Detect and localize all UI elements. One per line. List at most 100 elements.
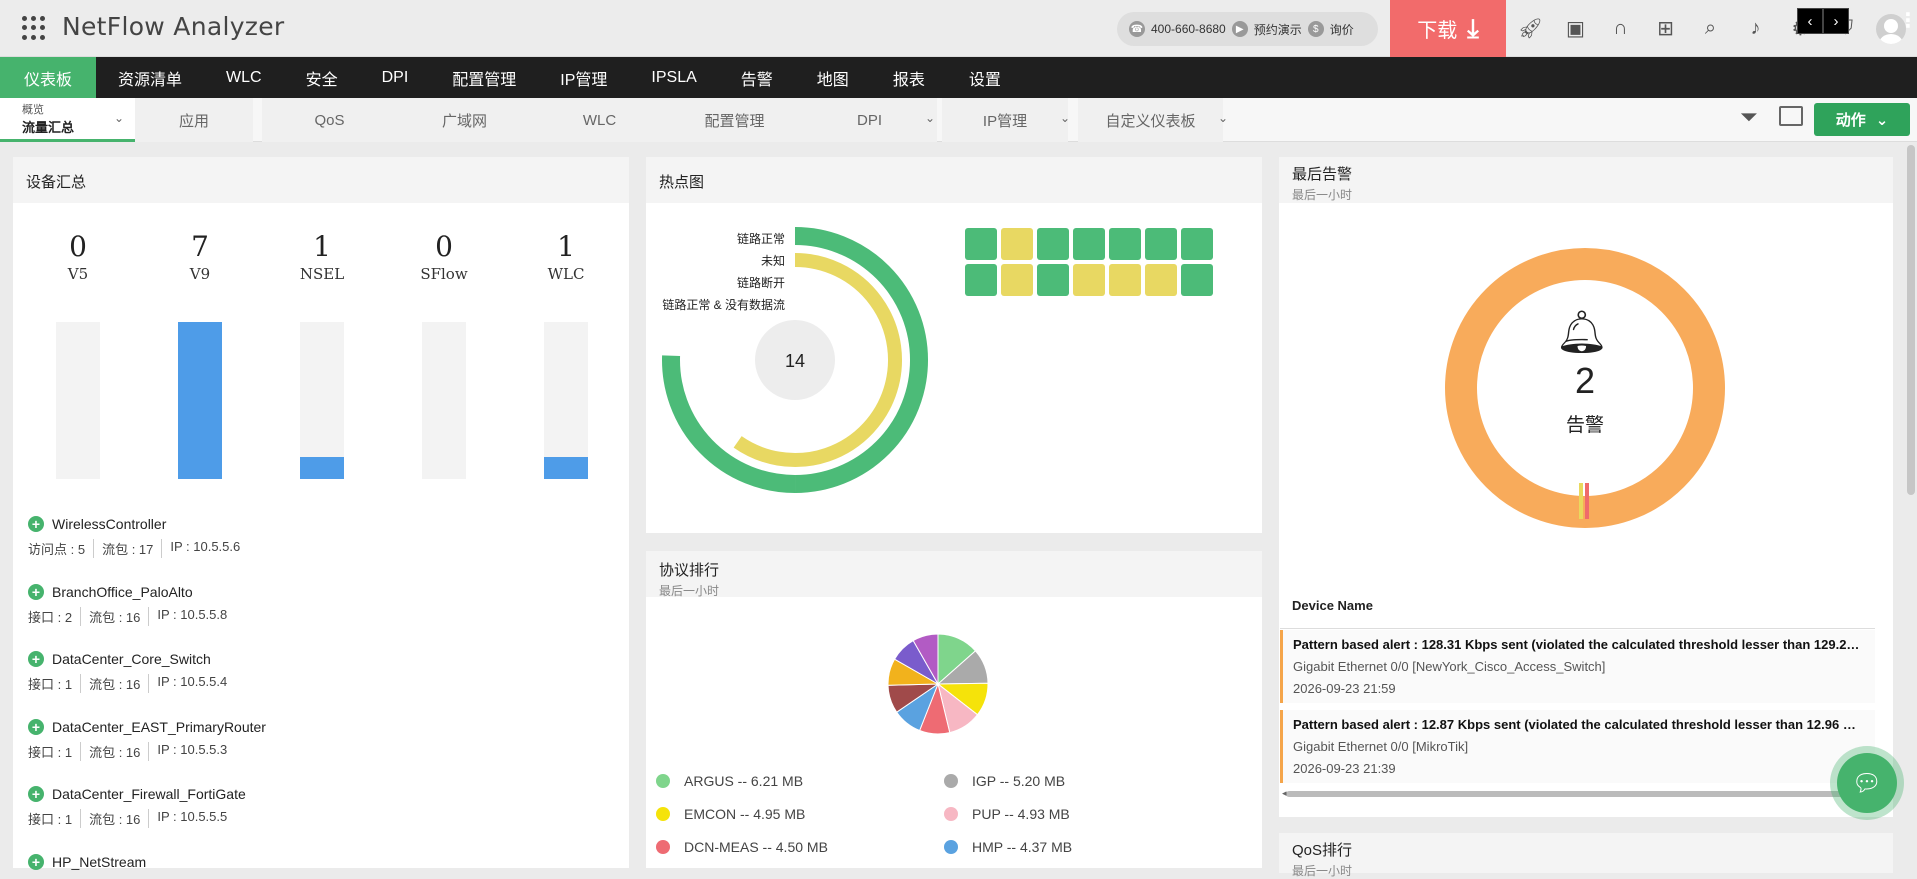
alert-title[interactable]: Pattern based alert : 12.87 Kbps sent (v… [1293,717,1865,732]
tab-app[interactable]: 应用 [135,98,253,142]
tv-mode-icon[interactable] [1779,106,1803,126]
nav-ipam[interactable]: IP管理 [538,57,629,98]
download-button[interactable]: 下载 ⤓ [1390,0,1506,57]
alerts-count: 2 [1574,360,1596,401]
search-icon[interactable]: ⌕ [1688,0,1733,57]
bell-icon[interactable]: ♪ [1733,0,1778,57]
chevron-down-icon[interactable]: ⌄ [114,111,124,125]
phone-number[interactable]: 400-660-8680 [1151,22,1226,36]
heatmap-cell[interactable] [1037,264,1069,296]
chevron-down-icon[interactable]: ⌄ [1218,111,1228,125]
nav-dashboard[interactable]: 仪表板 [0,57,97,98]
heatmap-cell[interactable] [1001,264,1033,296]
horizontal-scrollbar[interactable] [1286,791,1846,797]
heatmap-cell[interactable] [1145,264,1177,296]
tab-dpi[interactable]: DPI [802,98,937,142]
heatmap-cell[interactable] [1181,264,1213,296]
heatmap-cell[interactable] [1073,228,1105,260]
device-type-sflow[interactable]: 0 SFlow [394,230,494,283]
video-icon[interactable]: ▣ [1553,0,1598,57]
device-ip: IP : 10.5.5.6 [170,539,241,554]
expand-plus-icon[interactable]: + [28,583,44,600]
device-type-v9[interactable]: 7 V9 [150,230,250,283]
tab-ipam[interactable]: IP管理 [942,98,1068,142]
heatmap-cell[interactable] [1037,228,1069,260]
device-bar[interactable] [300,322,344,479]
nav-ipsla[interactable]: IPSLA [629,57,718,98]
nav-alarms[interactable]: 告警 [719,57,795,98]
heatmap-cell[interactable] [965,228,997,260]
heatmap-cell[interactable] [1181,228,1213,260]
nav-security[interactable]: 安全 [284,57,360,98]
rocket-icon[interactable]: 🚀︎ [1508,0,1553,57]
heatmap-cell[interactable] [965,264,997,296]
heatmap-cell[interactable] [1145,228,1177,260]
chevron-down-icon[interactable]: ⌄ [925,111,935,125]
device-bar[interactable] [178,322,222,479]
device-name-link[interactable]: DataCenter_Core_Switch [52,651,211,667]
device-name-link[interactable]: BranchOffice_PaloAlto [52,584,193,600]
vertical-scrollbar[interactable] [1907,145,1915,495]
pie-legend-label: PUP -- 4.93 MB [972,806,1070,822]
heatmap-cell[interactable] [1073,264,1105,296]
expand-plus-icon[interactable]: + [28,651,44,667]
nav-config[interactable]: 配置管理 [430,57,538,98]
nav-dpi[interactable]: DPI [360,57,431,98]
alert-item[interactable]: Pattern based alert : 12.87 Kbps sent (v… [1280,710,1875,783]
nav-wlc[interactable]: WLC [204,57,284,98]
pie-legend-item[interactable]: HMP -- 4.37 MB [944,839,1072,855]
heatmap-cell[interactable] [1109,264,1141,296]
device-name-header[interactable]: Device Name [1292,598,1373,613]
tab-config[interactable]: 配置管理 [667,98,802,142]
device-name-link[interactable]: HP_NetStream [52,854,146,870]
pie-legend-label: DCN-MEAS -- 4.50 MB [684,839,828,855]
nav-inventory[interactable]: 资源清单 [96,57,204,98]
expand-plus-icon[interactable]: + [28,853,44,870]
chat-icon: 💬︎ [1837,753,1897,813]
device-bar[interactable] [544,322,588,479]
action-button[interactable]: 动作 ⌄ [1814,103,1910,136]
nav-settings[interactable]: 设置 [947,57,1023,98]
tab-wan[interactable]: 广域网 [397,98,532,142]
legend-dot-icon [656,840,670,854]
scroll-left-icon[interactable]: ◂ [1282,788,1287,799]
device-bar[interactable] [56,322,100,479]
nav-prev-icon[interactable]: ‹ [1797,8,1823,34]
device-bar[interactable] [422,322,466,479]
heatmap-cell[interactable] [1109,228,1141,260]
alert-title[interactable]: Pattern based alert : 128.31 Kbps sent (… [1293,637,1865,652]
tab-wlc[interactable]: WLC [532,98,667,142]
expand-plus-icon[interactable]: + [28,516,44,532]
alert-item[interactable]: Pattern based alert : 128.31 Kbps sent (… [1280,630,1875,703]
expand-plus-icon[interactable]: + [28,718,44,735]
pie-legend-item[interactable]: IGP -- 5.20 MB [944,773,1065,789]
device-type-nsel[interactable]: 1 NSEL [272,230,372,283]
chevron-down-icon[interactable]: ⌄ [1060,111,1070,125]
device-name-link[interactable]: DataCenter_Firewall_FortiGate [52,786,246,802]
donut-segment-yellow[interactable] [1579,483,1583,519]
expand-plus-icon[interactable]: + [28,786,44,802]
pie-legend-item[interactable]: EMCON -- 4.95 MB [656,806,805,822]
device-type-v5[interactable]: 0 V5 [28,230,128,283]
device-name-link[interactable]: DataCenter_EAST_PrimaryRouter [52,719,266,735]
nav-maps[interactable]: 地图 [795,57,871,98]
demo-link[interactable]: 预约演示 [1254,21,1302,38]
apps-grid-icon[interactable] [22,16,46,40]
donut-segment-red[interactable] [1585,483,1589,519]
price-link[interactable]: 询价 [1330,21,1354,38]
gift-icon[interactable]: ⊞ [1643,0,1688,57]
device-name-link[interactable]: WirelessController [52,516,166,532]
heatmap-cell[interactable] [1001,228,1033,260]
headset-icon[interactable]: ∩ [1598,0,1643,57]
tab-qos[interactable]: QoS [262,98,397,142]
chat-button[interactable]: 💬︎ [1830,746,1904,820]
pie-legend-item[interactable]: ARGUS -- 6.21 MB [656,773,803,789]
tab-custom-dashboard[interactable]: 自定义仪表板 [1078,98,1223,142]
pie-legend-item[interactable]: DCN-MEAS -- 4.50 MB [656,839,828,855]
pie-legend-item[interactable]: PUP -- 4.93 MB [944,806,1070,822]
device-type-wlc[interactable]: 1 WLC [516,230,616,283]
more-menu-icon[interactable]: ⋮ [1898,8,1917,33]
filter-icon[interactable]: ⏷ [1740,104,1758,130]
nav-reports[interactable]: 报表 [871,57,947,98]
nav-next-icon[interactable]: › [1823,8,1849,34]
